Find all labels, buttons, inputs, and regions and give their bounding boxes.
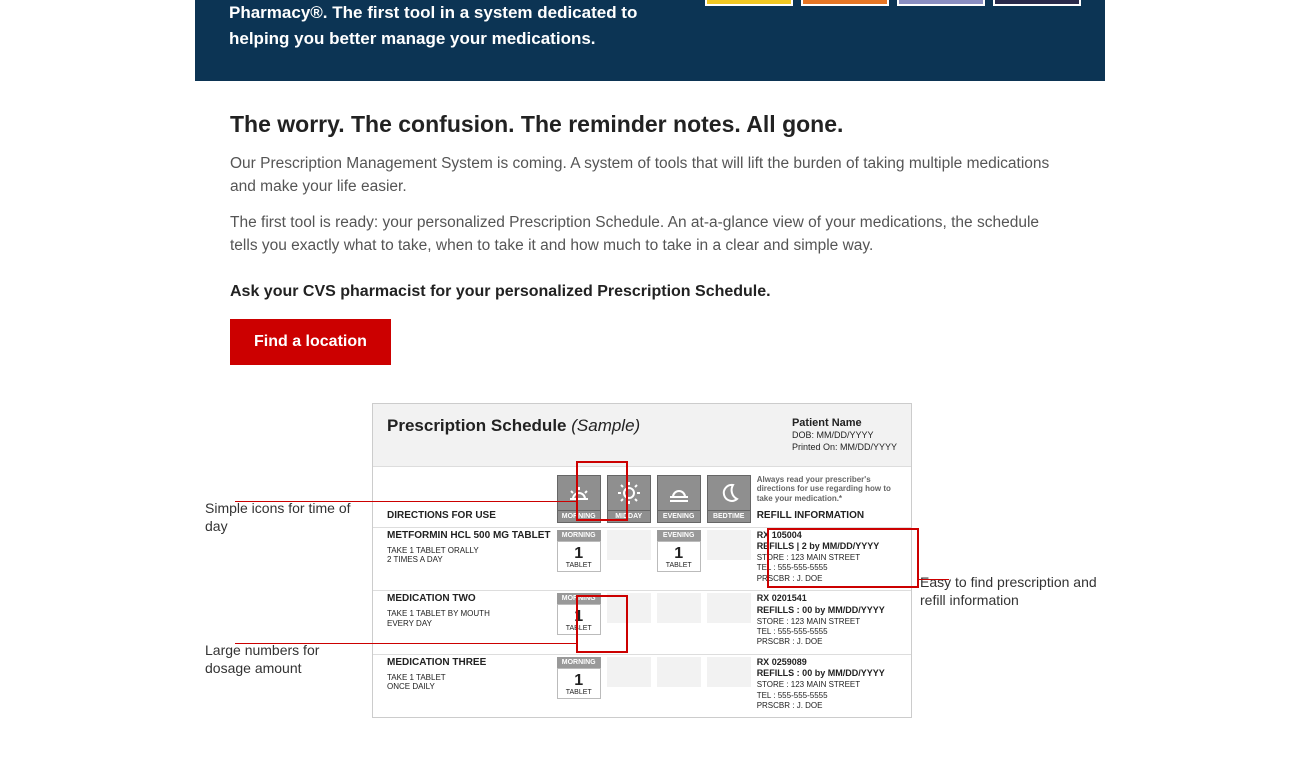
tod-midday: MIDDAY [607, 475, 651, 523]
dosage-cell [657, 593, 701, 648]
rx-prescriber: PRSCBR : J. DOE [757, 574, 823, 583]
dosage-cell: MORNING 1TABLET [557, 593, 601, 648]
dosage-number: 1 [658, 546, 700, 562]
rx-prescriber: PRSCBR : J. DOE [757, 701, 823, 710]
rx-refills: REFILLS : 00 by MM/DD/YYYY [757, 668, 885, 678]
dosage-cell: EVENING 1TABLET [657, 530, 701, 585]
sample-wrapper: Simple icons for time of day Large numbe… [230, 403, 1070, 758]
column-headers: DIRECTIONS FOR USE MORNING MIDDAY [373, 467, 911, 527]
patient-name: Patient Name [792, 416, 897, 430]
medication-name: METFORMIN HCL 500 MG TABLET [387, 530, 551, 542]
patient-block: Patient Name DOB: MM/DD/YYYY Printed On:… [792, 416, 897, 454]
headline: The worry. The confusion. The reminder n… [230, 111, 1070, 138]
rx-prescriber: PRSCBR : J. DOE [757, 637, 823, 646]
dosage-cell [607, 593, 651, 648]
swatch [801, 0, 889, 6]
dosage-cell [607, 657, 651, 712]
rx-tel: TEL : 555-555-5555 [757, 563, 828, 572]
callout-icons: Simple icons for time of day [205, 499, 365, 535]
sample-schedule: Prescription Schedule (Sample) Patient N… [372, 403, 912, 718]
rx-store: STORE : 123 MAIN STREET [757, 617, 860, 626]
dosage-cell [707, 530, 751, 585]
dosage-number: 1 [558, 609, 600, 625]
sample-title: Prescription Schedule (Sample) [387, 416, 640, 436]
tod-bedtime: BEDTIME [707, 475, 751, 523]
dosage-cell [707, 657, 751, 712]
patient-printed: Printed On: MM/DD/YYYY [792, 442, 897, 452]
dosage-cell [607, 530, 651, 585]
refill-info: RX 105004REFILLS | 2 by MM/DD/YYYY STORE … [757, 530, 897, 585]
rx-tel: TEL : 555-555-5555 [757, 691, 828, 700]
hero-banner: Pharmacy®. The first tool in a system de… [195, 0, 1105, 81]
dosage-cell [657, 657, 701, 712]
dosage-number: 1 [558, 673, 600, 689]
tod-label: EVENING [657, 511, 701, 523]
dosage-unit: TABLET [658, 562, 700, 569]
refill-header-col: Always read your prescriber's directions… [757, 475, 897, 523]
hero-swatches [705, 0, 1081, 6]
directions-header: DIRECTIONS FOR USE [387, 510, 551, 523]
medication-row: METFORMIN HCL 500 MG TABLET TAKE 1 TABLET… [373, 527, 911, 591]
dosage-tod-label: MORNING [557, 530, 601, 541]
dosage-cell: MORNING 1TABLET [557, 530, 601, 585]
refill-info: RX 0259089REFILLS : 00 by MM/DD/YYYY STOR… [757, 657, 897, 712]
main-content: The worry. The confusion. The reminder n… [230, 111, 1070, 758]
tod-evening: EVENING [657, 475, 701, 523]
callout-line [919, 579, 949, 580]
moon-icon [707, 475, 751, 511]
medication-directions: TAKE 1 TABLET ORALLY2 TIMES A DAY [387, 546, 551, 565]
dosage-cell [707, 593, 751, 648]
ask-pharmacist: Ask your CVS pharmacist for your persona… [230, 283, 1070, 301]
swatch [993, 0, 1081, 6]
tod-label: MIDDAY [607, 511, 651, 523]
refill-info: RX 0201541 REFILLS : 00 by MM/DD/YYYY STOR… [757, 593, 897, 648]
rx-number: RX 0201541 [757, 593, 807, 603]
rx-store: STORE : 123 MAIN STREET [757, 553, 860, 562]
swatch [897, 0, 985, 6]
find-location-button[interactable]: Find a location [230, 319, 391, 365]
sample-header: Prescription Schedule (Sample) Patient N… [373, 404, 911, 467]
hero-text: Pharmacy®. The first tool in a system de… [229, 0, 689, 51]
dosage-unit: TABLET [558, 689, 600, 696]
dosage-tod-label: EVENING [657, 530, 701, 541]
refill-note: Always read your prescriber's directions… [757, 475, 897, 510]
patient-dob: DOB: MM/DD/YYYY [792, 430, 874, 440]
sample-subtitle: (Sample) [571, 416, 640, 435]
callout-line [235, 501, 576, 502]
tod-label: MORNING [557, 511, 601, 523]
rx-tel: TEL : 555-555-5555 [757, 627, 828, 636]
callout-line [235, 643, 576, 644]
medication-directions: TAKE 1 TABLETONCE DAILY [387, 673, 551, 692]
rx-number: RX 105004 [757, 530, 802, 540]
rx-number: RX 0259089 [757, 657, 807, 667]
tod-morning: MORNING [557, 475, 601, 523]
intro-para-2: The first tool is ready: your personaliz… [230, 211, 1070, 258]
dosage-number: 1 [558, 546, 600, 562]
intro-para-1: Our Prescription Management System is co… [230, 152, 1070, 199]
sunrise-icon [557, 475, 601, 511]
rx-refills: REFILLS : 00 by MM/DD/YYYY [757, 605, 885, 615]
rx-store: STORE : 123 MAIN STREET [757, 680, 860, 689]
medication-directions: TAKE 1 TABLET BY MOUTHEVERY DAY [387, 609, 551, 628]
medication-row: MEDICATION TWO TAKE 1 TABLET BY MOUTHEVER… [373, 590, 911, 654]
callout-numbers: Large numbers for dosage amount [205, 641, 365, 677]
callout-refill: Easy to find prescription and refill inf… [920, 573, 1120, 609]
dosage-unit: TABLET [558, 625, 600, 632]
dosage-tod-label: MORNING [557, 593, 601, 604]
dosage-unit: TABLET [558, 562, 600, 569]
rx-refills: REFILLS | 2 by MM/DD/YYYY [757, 541, 880, 551]
medication-row: MEDICATION THREE TAKE 1 TABLETONCE DAILY M… [373, 654, 911, 718]
sun-icon [607, 475, 651, 511]
sample-title-text: Prescription Schedule [387, 416, 567, 435]
dosage-tod-label: MORNING [557, 657, 601, 668]
tod-label: BEDTIME [707, 511, 751, 523]
swatch [705, 0, 793, 6]
refill-header: REFILL INFORMATION [757, 510, 864, 521]
sunset-icon [657, 475, 701, 511]
dosage-cell: MORNING 1TABLET [557, 657, 601, 712]
medication-name: MEDICATION THREE [387, 657, 551, 669]
medication-name: MEDICATION TWO [387, 593, 551, 605]
